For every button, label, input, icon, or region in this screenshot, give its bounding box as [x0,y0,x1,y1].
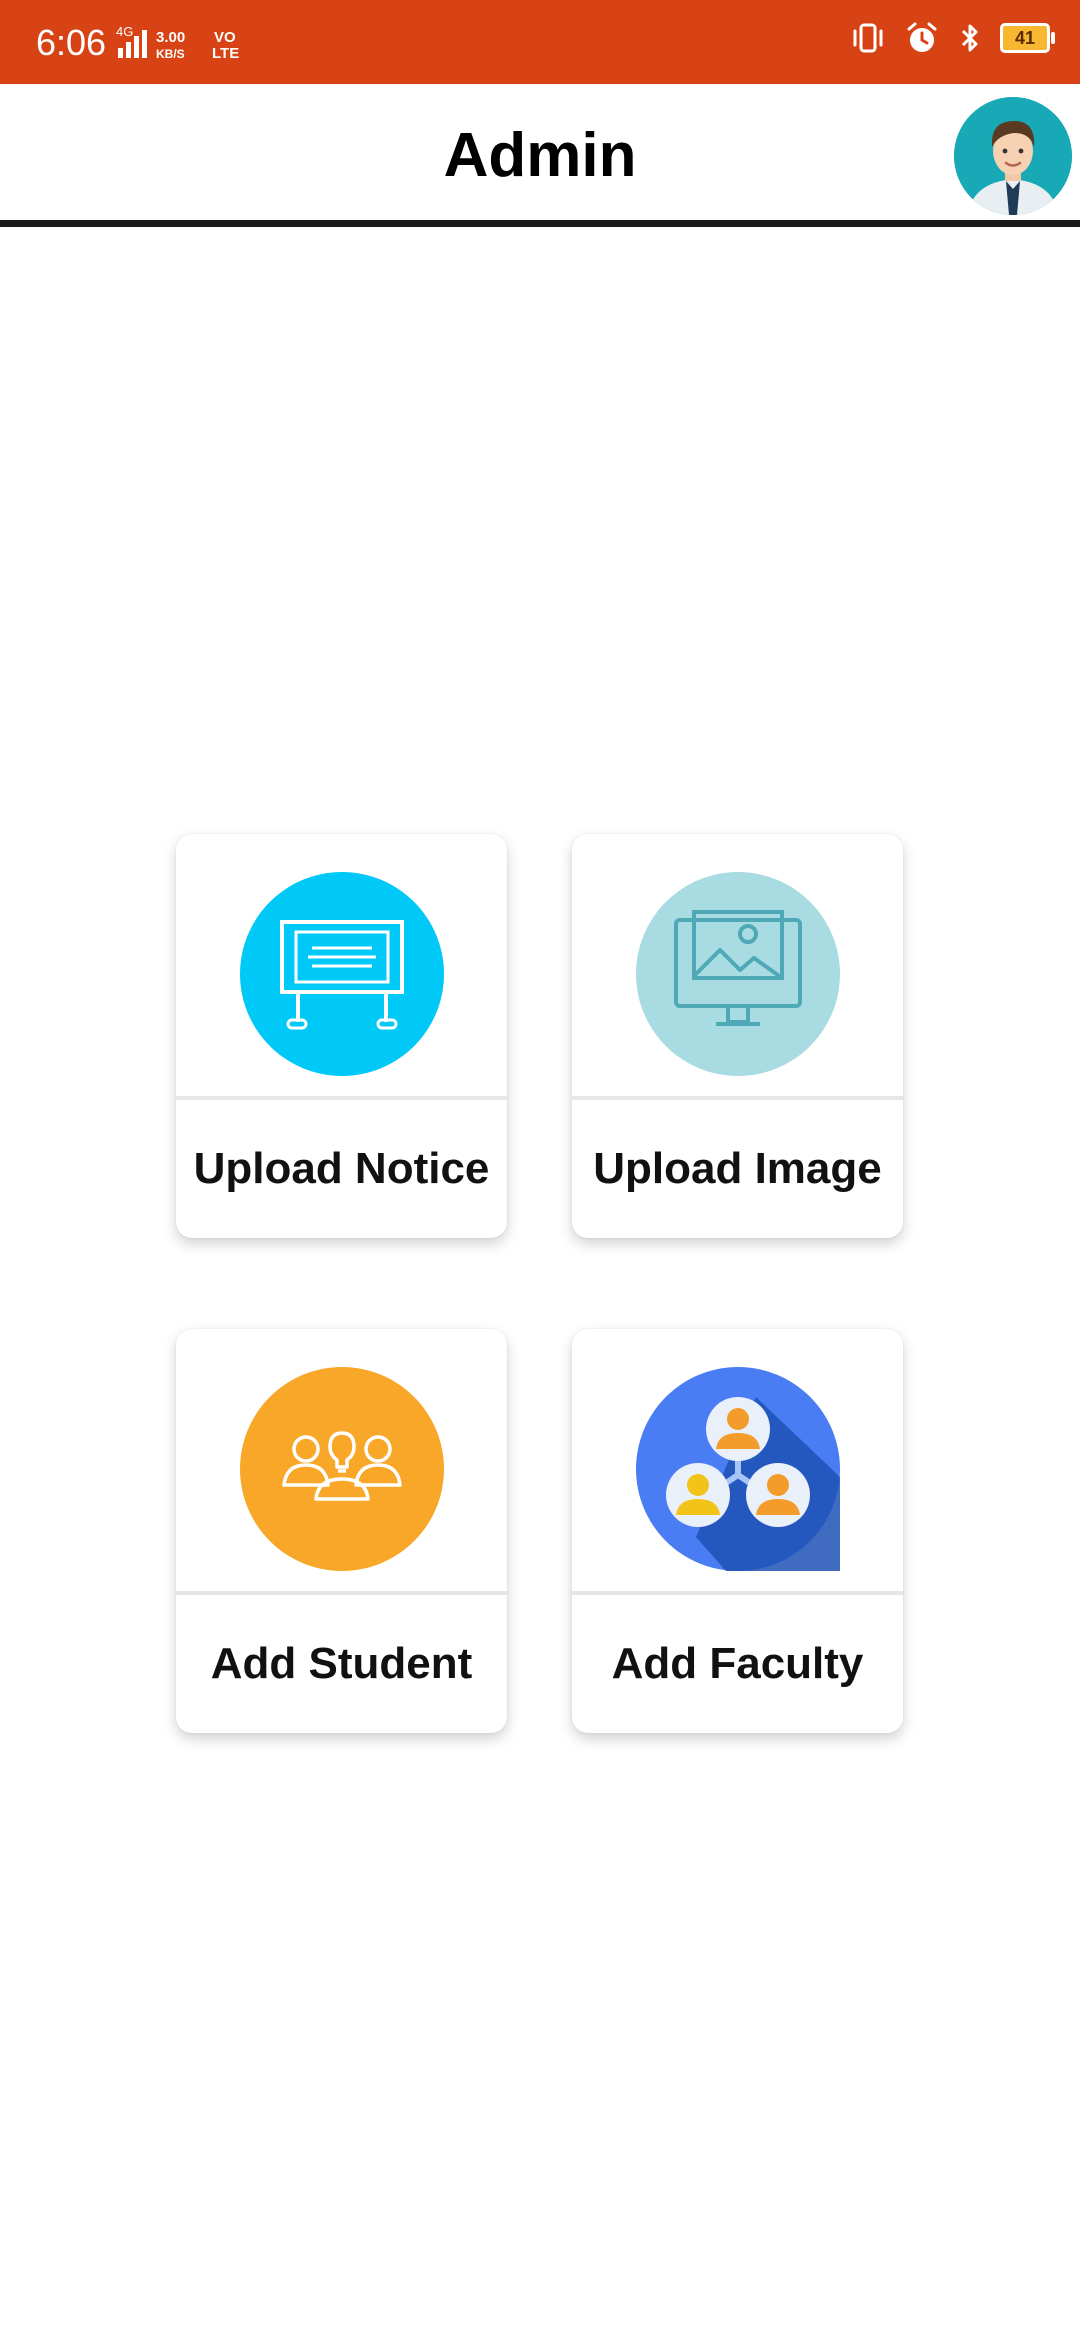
status-time: 6:06 [36,22,107,63]
students-idea-icon [240,1367,444,1571]
add-student-label: Add Student [210,1639,473,1688]
image-gallery-icon [636,872,840,1076]
app-bar: Admin [0,84,1080,227]
upload-notice-card[interactable]: Upload Notice [176,834,507,1238]
alarm-icon [907,22,937,52]
bluetooth-icon [961,24,978,52]
network-type: 4G [116,24,133,39]
data-speed-unit: KB/S [156,47,185,61]
network-indicators: 4G 3.00 KB/S VO LTE [108,20,248,69]
faculty-network-icon [636,1367,840,1571]
upload-image-card[interactable]: Upload Image [572,834,903,1238]
add-faculty-card[interactable]: Add Faculty [572,1329,903,1733]
status-bar: 6:06 4G 3.00 KB/S VO LTE 41 [0,0,1080,84]
volte-top: VO [214,29,236,46]
battery-icon: 41 [1000,23,1055,53]
add-student-card[interactable]: Add Student [176,1329,507,1733]
page-title: Admin [443,121,637,190]
vibrate-icon [853,23,883,53]
add-faculty-label: Add Faculty [611,1639,864,1688]
data-speed: 3.00 [156,29,185,46]
avatar[interactable] [954,97,1072,215]
status-icons: 41 [850,20,1055,56]
volte-bottom: LTE [212,45,239,62]
notice-board-icon [240,872,444,1076]
upload-image-label: Upload Image [593,1144,882,1193]
male-user-avatar-icon [954,97,1072,215]
upload-notice-label: Upload Notice [193,1144,490,1193]
